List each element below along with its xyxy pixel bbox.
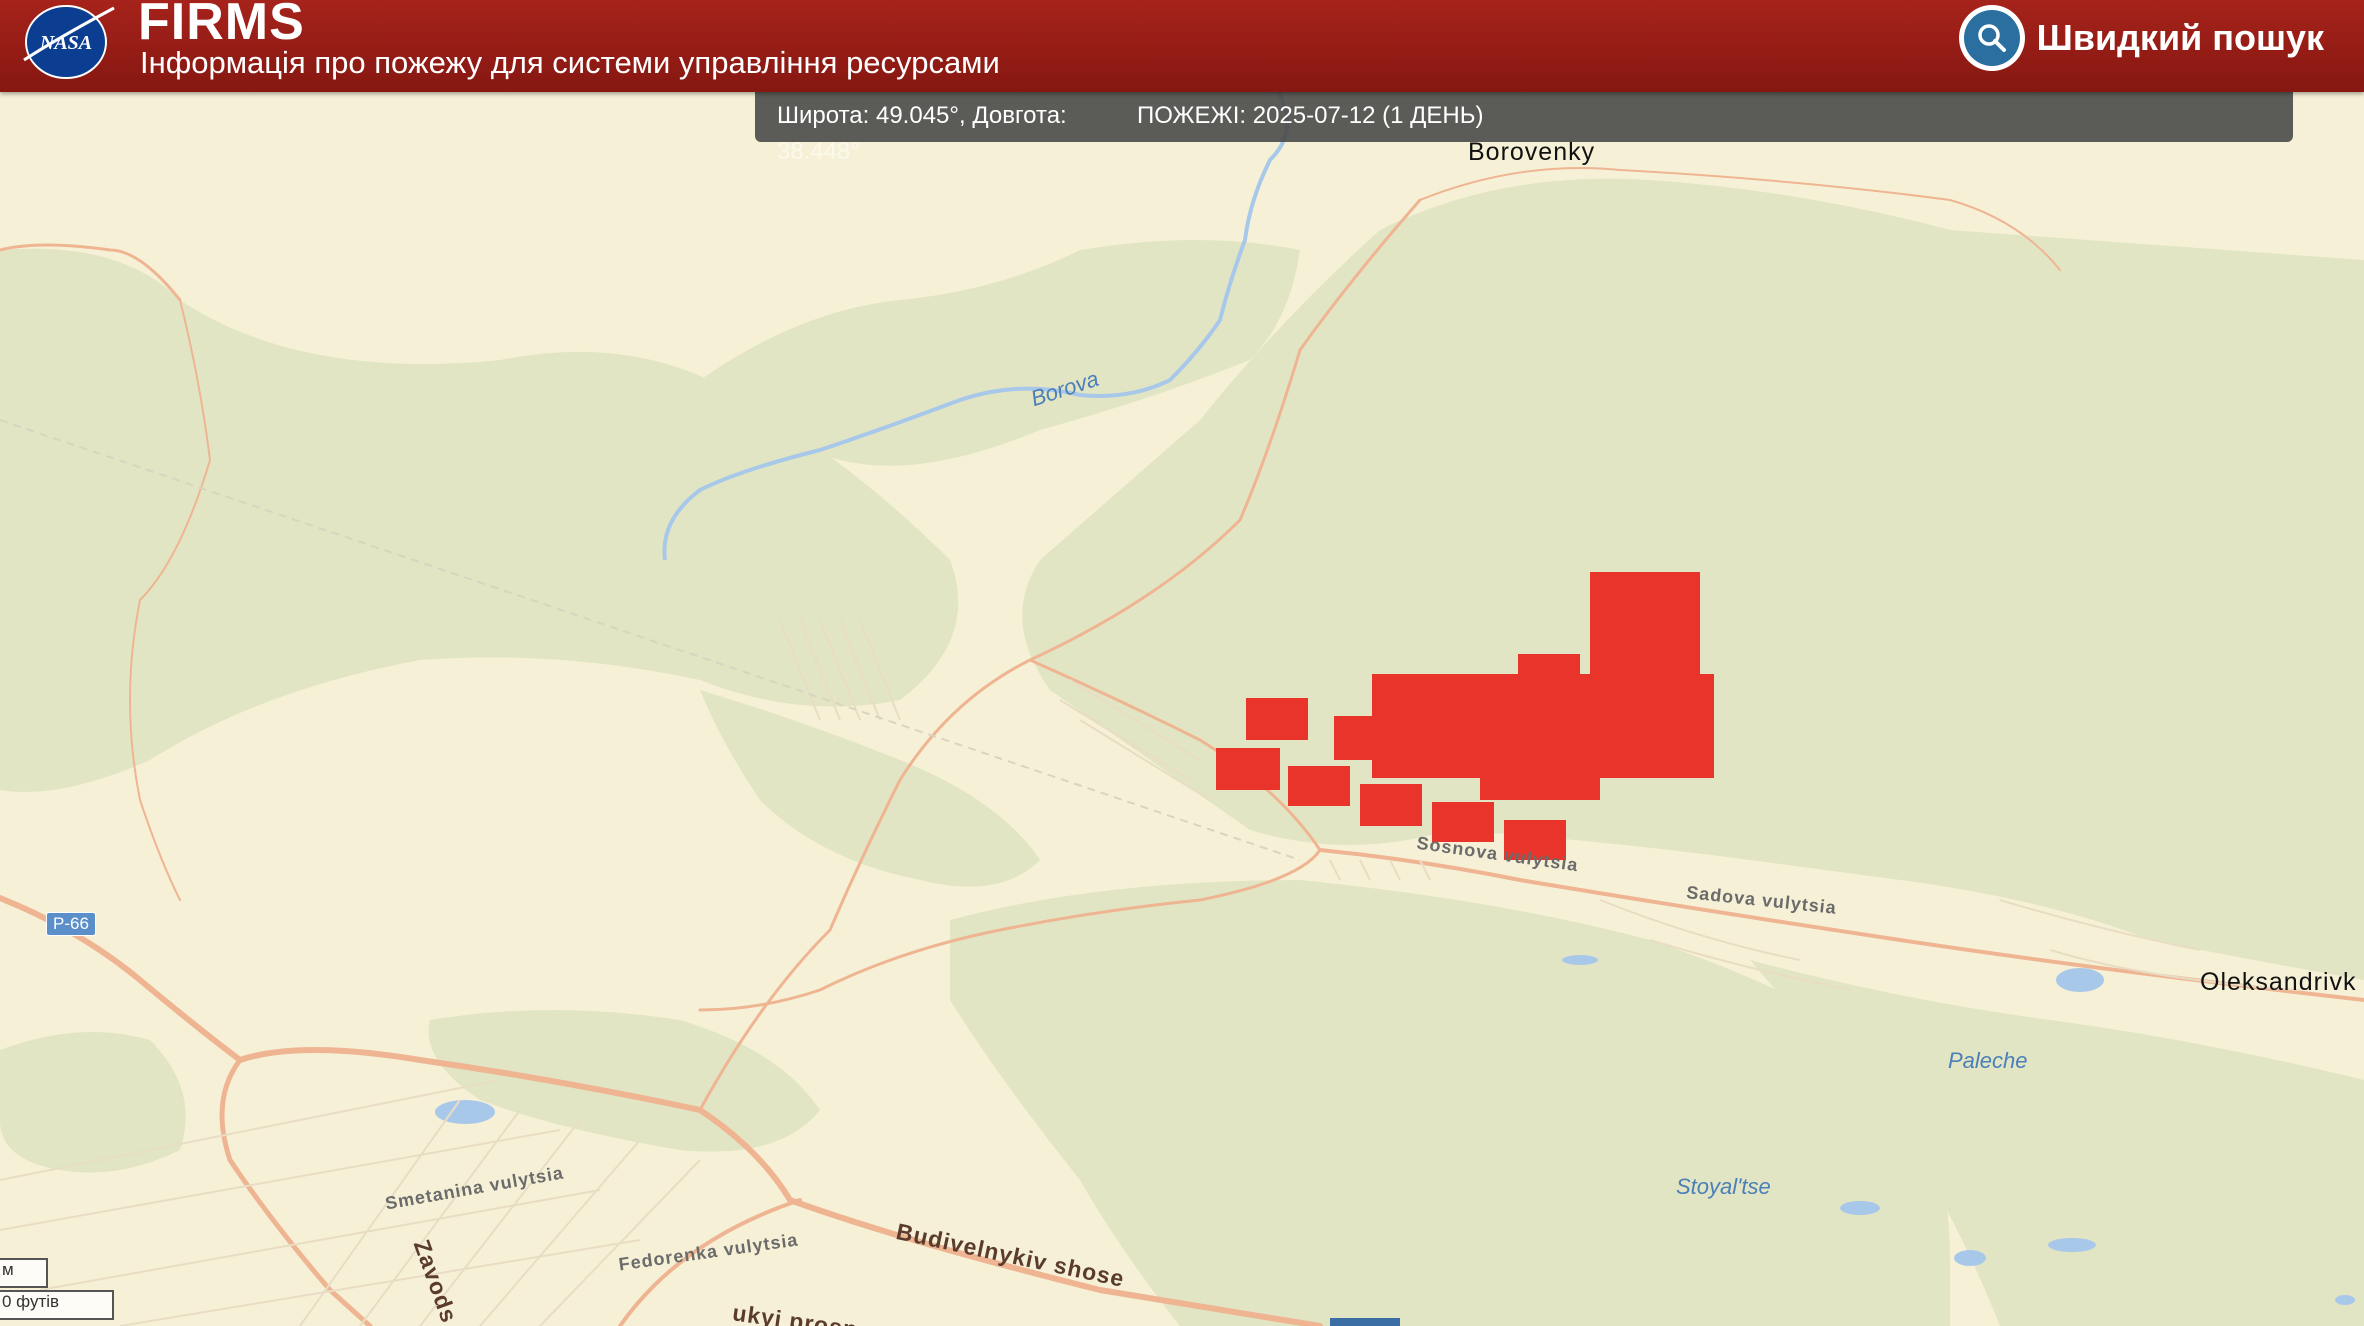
quick-search-button[interactable]: Швидкий пошук: [1958, 5, 2324, 71]
search-icon: [1958, 5, 2025, 71]
route-shield-p66: P-66: [46, 912, 96, 936]
svg-text:NASA: NASA: [39, 32, 92, 54]
place-oleksandrivka: Oleksandrivk: [2200, 968, 2357, 996]
fire-hotspot[interactable]: [1590, 572, 1700, 684]
fire-hotspot[interactable]: [1246, 698, 1308, 740]
scale-imperial: 0 футів: [0, 1290, 114, 1320]
place-stoyaltse: Stoyal'tse: [1676, 1174, 1771, 1199]
place-paleche: Paleche: [1948, 1048, 2028, 1073]
nasa-logo[interactable]: NASA: [18, 2, 118, 82]
coordinates-info-bar: Широта: 49.045°, Довгота: 38.448° ПОЖЕЖІ…: [755, 92, 2293, 165]
basemap: [0, 92, 2364, 1326]
fires-date-readout: ПОЖЕЖІ: 2025-07-12 (1 ДЕНЬ): [1137, 102, 1484, 129]
fire-hotspot[interactable]: [1334, 716, 1394, 760]
fire-hotspot[interactable]: [1480, 760, 1600, 800]
place-borovenky: Borovenky: [1468, 138, 1596, 166]
quick-search-label: Швидкий пошук: [2036, 17, 2324, 58]
latitude-readout: Широта: 49.045°, Довгота:: [777, 102, 1067, 129]
app-subtitle: Інформація про пожежу для системи управл…: [140, 45, 1000, 80]
fire-hotspot[interactable]: [1288, 766, 1350, 806]
app-header: NASA FIRMS Інформація про пожежу для сис…: [0, 0, 2364, 92]
fire-map[interactable]: Borovenky Oleksandrivk Paleche Stoyal'ts…: [0, 92, 2364, 1326]
longitude-readout: 38.448°: [777, 138, 861, 165]
fire-hotspot[interactable]: [1360, 784, 1422, 826]
fire-hotspot[interactable]: [1216, 748, 1280, 790]
scale-metric: м: [0, 1258, 48, 1288]
